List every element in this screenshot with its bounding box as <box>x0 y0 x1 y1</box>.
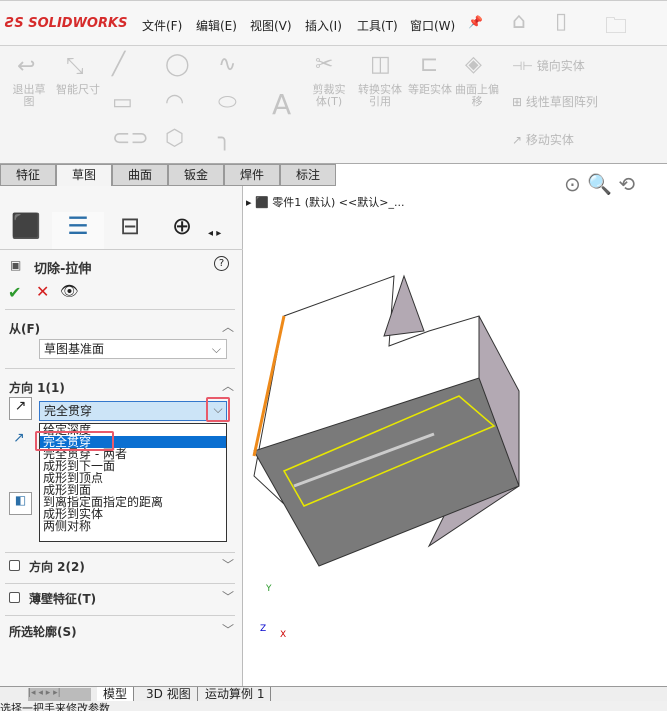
direction2-label: 方向 2(2) <box>29 560 85 574</box>
menu-bar: ƧS SOLIDWORKS 文件(F) 编辑(E) 视图(V) 插入(I) 工具… <box>0 0 667 46</box>
offset-button[interactable]: 等距实体 <box>408 84 452 96</box>
menu-file[interactable]: 文件(F) <box>142 17 182 34</box>
status-bar: 选择一把手来修改参数 <box>0 701 667 711</box>
status-text: 选择一把手来修改参数 <box>0 702 110 711</box>
option-up-to-next[interactable]: 成形到下一面 <box>40 460 226 472</box>
selected-contours-label: 所选轮廓(S) <box>9 625 77 639</box>
menu-edit[interactable]: 编辑(E) <box>196 17 237 34</box>
fillet-icon[interactable]: ╮ <box>218 126 231 151</box>
help-icon[interactable]: ? <box>214 256 229 271</box>
home-icon[interactable]: ⌂ <box>512 9 526 34</box>
smart-dimension-icon[interactable]: ⤡ <box>66 54 84 79</box>
expand-direction2-icon[interactable]: ﹀ <box>222 556 234 573</box>
part-model <box>252 274 520 567</box>
surface-offset-button[interactable]: 曲面上偏移 <box>455 84 499 108</box>
mirror-button[interactable]: ⊣⊢ 镜向实体 <box>512 60 585 72</box>
smart-dimension-button[interactable]: 智能尺寸 <box>56 84 100 96</box>
tab-scroll-arrows[interactable]: ◂ ▸ <box>208 212 243 249</box>
trim-button[interactable]: 剪裁实体(T) <box>308 84 350 108</box>
tab-weldments[interactable]: 焊件 <box>224 164 280 186</box>
thin-feature-label: 薄壁特征(T) <box>29 592 97 606</box>
feature-title: 切除-拉伸 <box>34 262 92 277</box>
triad-z-label: Z <box>260 624 267 634</box>
text-icon[interactable]: A <box>272 88 291 121</box>
option-up-to-surface[interactable]: 成形到面 <box>40 484 226 496</box>
collapse-direction1-icon[interactable]: ︿ <box>222 377 234 394</box>
slot-icon[interactable]: ⊂⊃ <box>112 126 149 151</box>
property-manager-tab-icon[interactable]: ☰ <box>52 212 104 249</box>
offset-icon[interactable]: ⊏ <box>420 52 438 77</box>
exit-sketch-icon[interactable]: ↩ <box>17 54 35 79</box>
direction-arrow-icon: ↗ <box>13 430 25 446</box>
dimxpert-tab-icon[interactable]: ⊕ <box>156 212 208 249</box>
dropdown-arrow-highlighted[interactable]: ⌵ <box>206 397 230 422</box>
expand-contours-icon[interactable]: ﹀ <box>222 621 234 638</box>
line-icon[interactable]: ╱ <box>112 52 125 77</box>
solid-body-icon: ◧ <box>9 492 32 515</box>
menu-window[interactable]: 窗口(W) <box>410 17 455 34</box>
menu-insert[interactable]: 插入(I) <box>305 17 342 34</box>
tab-scroll-buttons[interactable]: |◂ ◂ ▸ ▸| <box>28 688 91 701</box>
preview-eye-icon[interactable]: 👁 <box>60 282 79 300</box>
command-tabs: 特征 草图 曲面 钣金 焊件 标注 <box>0 164 336 186</box>
cancel-x-icon[interactable]: ✕ <box>36 282 49 301</box>
tab-model[interactable]: 模型 <box>97 687 135 702</box>
sketch-ribbon: ↩ 退出草图 ⤡ 智能尺寸 ╱ ◯ ∿ ▭ ◠ ⬭ A ⊂⊃ ⬡ ╮ ✂ 剪裁实… <box>0 46 667 164</box>
reverse-direction-icon[interactable]: ↗ <box>9 397 32 420</box>
polygon-icon[interactable]: ⬡ <box>165 126 184 151</box>
option-up-to-vertex[interactable]: 成形到顶点 <box>40 472 226 484</box>
open-folder-icon[interactable]: 🗀 <box>605 9 627 47</box>
tab-markup[interactable]: 标注 <box>280 164 336 186</box>
surface-offset-icon[interactable]: ◈ <box>465 52 482 77</box>
menu-tools[interactable]: 工具(T) <box>357 17 398 34</box>
linear-pattern-button[interactable]: ⊞ 线性草图阵列 <box>512 96 598 108</box>
menu-view[interactable]: 视图(V) <box>250 17 292 34</box>
ok-check-icon[interactable]: ✔ <box>8 283 21 302</box>
new-document-icon[interactable]: ▯ <box>555 9 567 34</box>
option-offset-from-surface[interactable]: 到离指定面指定的距离 <box>40 496 226 508</box>
tab-features[interactable]: 特征 <box>0 164 56 186</box>
option-mid-plane[interactable]: 两侧对称 <box>40 520 226 532</box>
tab-surfaces[interactable]: 曲面 <box>112 164 168 186</box>
direction1-section-label: 方向 1(1) <box>9 381 65 395</box>
expand-thin-icon[interactable]: ﹀ <box>222 588 234 605</box>
tab-sheet-metal[interactable]: 钣金 <box>168 164 224 186</box>
manager-tabs: ⬛ ☰ ⊟ ⊕ ◂ ▸ <box>0 212 243 250</box>
arc-icon[interactable]: ◠ <box>165 90 184 115</box>
move-entities-button[interactable]: ↗ 移动实体 <box>512 134 574 146</box>
collapse-from-icon[interactable]: ︿ <box>222 318 234 335</box>
graphics-viewport[interactable]: ▸ ⬛ 零件1 (默认) <<默认>_... ⊙ 🔍 ⟲ Y Z X <box>244 172 667 686</box>
thin-feature-checkbox[interactable] <box>9 592 20 603</box>
tab-3d-view[interactable]: 3D 视图 <box>140 687 198 702</box>
direction2-checkbox[interactable] <box>9 560 20 571</box>
tab-motion-study[interactable]: 运动算例 1 <box>199 687 272 702</box>
triad-y-label: Y <box>266 584 272 594</box>
rectangle-icon[interactable]: ▭ <box>112 90 133 115</box>
cut-extrude-icon: ▣ <box>10 258 22 272</box>
exit-sketch-button[interactable]: 退出草图 <box>8 84 50 108</box>
trim-icon[interactable]: ✂ <box>315 52 333 77</box>
ellipse-icon[interactable]: ⬭ <box>218 90 237 115</box>
option-up-to-body[interactable]: 成形到实体 <box>40 508 226 520</box>
configuration-manager-tab-icon[interactable]: ⊟ <box>104 212 156 249</box>
solidworks-logo: ƧS SOLIDWORKS <box>5 16 128 31</box>
convert-entities-icon[interactable]: ◫ <box>370 52 391 77</box>
tab-sketch[interactable]: 草图 <box>56 164 112 186</box>
pin-icon[interactable]: 📌 <box>468 15 483 29</box>
selected-option-highlight <box>35 431 114 451</box>
convert-entities-button[interactable]: 转换实体引用 <box>358 84 402 108</box>
bottom-tab-bar: |◂ ◂ ▸ ▸| 模型 3D 视图 运动算例 1 <box>0 686 667 702</box>
circle-icon[interactable]: ◯ <box>165 52 190 77</box>
triad-x-label: X <box>280 630 287 640</box>
from-section-label: 从(F) <box>9 322 41 336</box>
from-select[interactable]: 草图基准面 ⌵ <box>39 339 227 359</box>
spline-icon[interactable]: ∿ <box>218 52 236 77</box>
end-condition-select[interactable]: 完全贯穿 <box>39 401 227 421</box>
feature-manager-tab-icon[interactable]: ⬛ <box>0 212 52 249</box>
